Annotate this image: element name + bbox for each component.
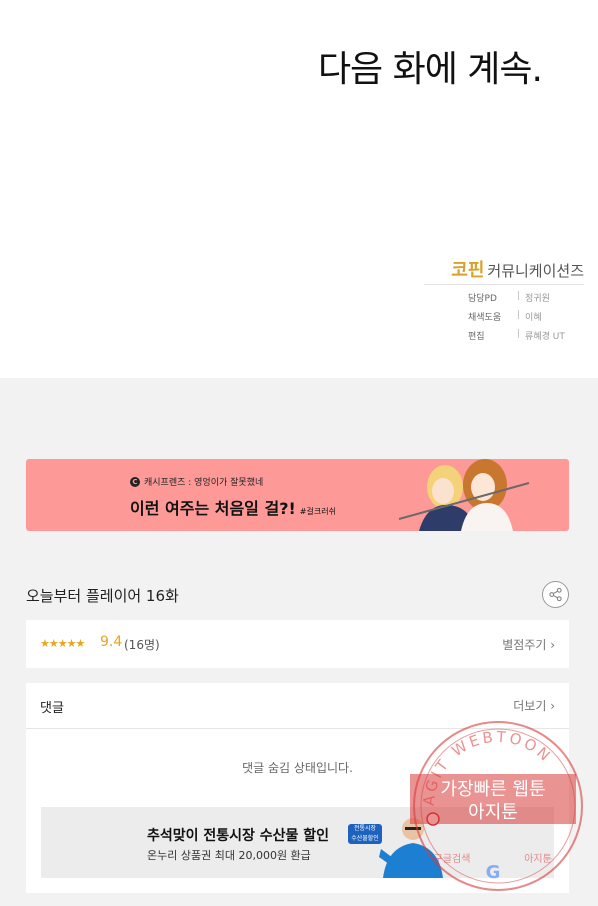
google-logo-icon: G: [486, 862, 501, 883]
credit-name: 류혜경 UT: [525, 332, 565, 342]
rating-participants: (16명): [124, 638, 160, 652]
credit-separator: |: [517, 329, 521, 339]
to-be-continued-text: 다음 화에 계속.: [317, 49, 543, 90]
watermark-line1: 가장빠른 웹툰: [440, 779, 545, 800]
credit-name: 이혜: [525, 313, 542, 323]
credit-name: 정귀원: [525, 294, 550, 304]
share-icon: [549, 587, 562, 602]
rating-card: ★★★★★ 9.4 (16명) 별점주기 ›: [26, 620, 569, 668]
credit-row: 담당PD | 정귀원: [424, 291, 584, 304]
publisher-name: 커뮤니케이션즈: [487, 262, 584, 280]
rate-button[interactable]: 별점주기 ›: [502, 636, 555, 653]
banner-source: C 캐시프렌즈 : 영엉이가 잘못했네: [130, 475, 263, 488]
credit-separator: |: [517, 310, 521, 320]
credit-role: 담당PD: [468, 294, 497, 304]
publisher-brand: 코핀: [451, 260, 485, 281]
publisher-logo: 코핀 커뮤니케이션즈: [424, 256, 584, 285]
credit-role: 편집: [468, 332, 485, 342]
watermark-line2: 아지툰: [468, 802, 518, 823]
rating-score: 9.4: [100, 634, 123, 650]
ad-subtitle: 온누리 상품권 최대 20,000원 환급: [147, 849, 311, 862]
watermark-bottom-left: 구글검색: [434, 853, 471, 865]
star-rating-icon: ★★★★★: [40, 637, 85, 650]
ad-title: 추석맞이 전통시장 수산물 할인: [147, 828, 330, 844]
credit-row: 편집 | 류혜경 UT: [424, 329, 584, 342]
banner-source-text: 캐시프렌즈 : 영엉이가 잘못했네: [144, 478, 264, 488]
watermark-bottom-right: 아지툰: [524, 853, 552, 865]
agit-webtoon-watermark: AGIT WEBTOON 가장빠른 웹툰 아지툰 구글검색 아지툰 G: [410, 721, 583, 891]
banner-illustration: [398, 459, 530, 531]
episode-title: 오늘부터 플레이어 16화: [26, 587, 179, 605]
credit-separator: |: [517, 291, 521, 301]
comic-panel-end: 다음 화에 계속. 코핀 커뮤니케이션즈 담당PD | 정귀원 채색도움 | 이…: [0, 0, 598, 378]
cashfriends-logo-icon: C: [130, 476, 140, 487]
credit-role: 채색도움: [468, 313, 502, 323]
promo-banner[interactable]: C 캐시프렌즈 : 영엉이가 잘못했네 이런 여주는 처음일 걸?! #걸크러쉬: [26, 459, 569, 531]
banner-headline: 이런 여주는 처음일 걸?! #걸크러쉬: [130, 495, 336, 519]
credit-row: 채색도움 | 이혜: [424, 310, 584, 323]
banner-tag: #걸크러쉬: [299, 507, 336, 516]
comments-title: 댓글: [40, 701, 64, 716]
share-button[interactable]: [542, 581, 569, 608]
banner-headline-text: 이런 여주는 처음일 걸?!: [130, 499, 296, 518]
credits-block: 코핀 커뮤니케이션즈 담당PD | 정귀원 채색도움 | 이혜 편집 | 류혜경…: [424, 256, 584, 342]
